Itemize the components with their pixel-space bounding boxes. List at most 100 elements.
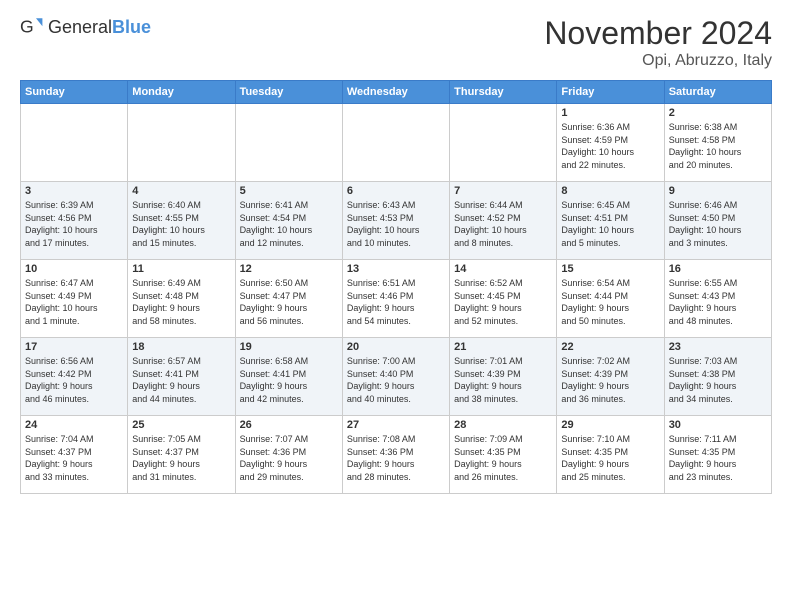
header: G GeneralBlue November 2024 Opi, Abruzzo… — [20, 15, 772, 70]
day-info: Sunrise: 7:00 AM Sunset: 4:40 PM Dayligh… — [347, 355, 445, 405]
calendar-cell: 3 Sunrise: 6:39 AM Sunset: 4:56 PM Daylig… — [21, 182, 128, 260]
day-info: Sunrise: 6:49 AM Sunset: 4:48 PM Dayligh… — [132, 277, 230, 327]
day-info: Sunrise: 6:36 AM Sunset: 4:59 PM Dayligh… — [561, 121, 659, 171]
calendar-cell — [450, 104, 557, 182]
calendar-cell: 5Sunrise: 6:41 AM Sunset: 4:54 PM Daylig… — [235, 182, 342, 260]
day-info: Sunrise: 6:51 AM Sunset: 4:46 PM Dayligh… — [347, 277, 445, 327]
day-number: 26 — [240, 419, 338, 431]
calendar-cell — [21, 104, 128, 182]
calendar-week-3: 10 Sunrise: 6:47 AM Sunset: 4:49 PM Dayli… — [21, 260, 772, 338]
day-number: 14 — [454, 263, 552, 275]
weekday-header-thursday: Thursday — [450, 81, 557, 104]
calendar-cell: 10 Sunrise: 6:47 AM Sunset: 4:49 PM Dayli… — [21, 260, 128, 338]
day-number: 30 — [669, 419, 767, 431]
calendar-week-1: 1Sunrise: 6:36 AM Sunset: 4:59 PM Daylig… — [21, 104, 772, 182]
calendar-week-2: 3 Sunrise: 6:39 AM Sunset: 4:56 PM Daylig… — [21, 182, 772, 260]
calendar-cell: 21Sunrise: 7:01 AM Sunset: 4:39 PM Dayli… — [450, 338, 557, 416]
day-number: 13 — [347, 263, 445, 275]
day-info: Sunrise: 6:56 AM Sunset: 4:42 PM Dayligh… — [25, 355, 123, 405]
day-number: 12 — [240, 263, 338, 275]
day-info: Sunrise: 7:10 AM Sunset: 4:35 PM Dayligh… — [561, 433, 659, 483]
day-info: Sunrise: 6:44 AM Sunset: 4:52 PM Dayligh… — [454, 199, 552, 249]
day-number: 19 — [240, 341, 338, 353]
logo-blue: Blue — [112, 17, 151, 37]
day-number: 11 — [132, 263, 230, 275]
day-info: Sunrise: 6:50 AM Sunset: 4:47 PM Dayligh… — [240, 277, 338, 327]
calendar-cell: 25 Sunrise: 7:05 AM Sunset: 4:37 PM Dayli… — [128, 416, 235, 494]
day-info: Sunrise: 6:57 AM Sunset: 4:41 PM Dayligh… — [132, 355, 230, 405]
calendar-cell: 11 Sunrise: 6:49 AM Sunset: 4:48 PM Dayli… — [128, 260, 235, 338]
day-number: 3 — [25, 185, 123, 197]
calendar-cell: 17Sunrise: 6:56 AM Sunset: 4:42 PM Dayli… — [21, 338, 128, 416]
calendar-cell: 24Sunrise: 7:04 AM Sunset: 4:37 PM Dayli… — [21, 416, 128, 494]
logo-general: General — [48, 17, 112, 37]
day-info: Sunrise: 7:02 AM Sunset: 4:39 PM Dayligh… — [561, 355, 659, 405]
weekday-header-friday: Friday — [557, 81, 664, 104]
day-number: 16 — [669, 263, 767, 275]
calendar-cell: 26Sunrise: 7:07 AM Sunset: 4:36 PM Dayli… — [235, 416, 342, 494]
day-number: 7 — [454, 185, 552, 197]
calendar-cell: 14 Sunrise: 6:52 AM Sunset: 4:45 PM Dayli… — [450, 260, 557, 338]
day-number: 18 — [132, 341, 230, 353]
day-info: Sunrise: 6:43 AM Sunset: 4:53 PM Dayligh… — [347, 199, 445, 249]
day-info: Sunrise: 6:40 AM Sunset: 4:55 PM Dayligh… — [132, 199, 230, 249]
calendar-cell — [128, 104, 235, 182]
day-info: Sunrise: 7:08 AM Sunset: 4:36 PM Dayligh… — [347, 433, 445, 483]
day-number: 22 — [561, 341, 659, 353]
day-number: 10 — [25, 263, 123, 275]
day-info: Sunrise: 6:38 AM Sunset: 4:58 PM Dayligh… — [669, 121, 767, 171]
calendar-cell: 2 Sunrise: 6:38 AM Sunset: 4:58 PM Daylig… — [664, 104, 771, 182]
weekday-header-monday: Monday — [128, 81, 235, 104]
calendar-cell: 9 Sunrise: 6:46 AM Sunset: 4:50 PM Daylig… — [664, 182, 771, 260]
day-number: 23 — [669, 341, 767, 353]
calendar-cell: 1Sunrise: 6:36 AM Sunset: 4:59 PM Daylig… — [557, 104, 664, 182]
day-number: 9 — [669, 185, 767, 197]
calendar-cell: 22 Sunrise: 7:02 AM Sunset: 4:39 PM Dayli… — [557, 338, 664, 416]
logo-text: GeneralBlue — [48, 17, 151, 38]
day-number: 8 — [561, 185, 659, 197]
day-number: 28 — [454, 419, 552, 431]
day-info: Sunrise: 6:39 AM Sunset: 4:56 PM Dayligh… — [25, 199, 123, 249]
calendar-cell: 6 Sunrise: 6:43 AM Sunset: 4:53 PM Daylig… — [342, 182, 449, 260]
calendar-cell: 4 Sunrise: 6:40 AM Sunset: 4:55 PM Daylig… — [128, 182, 235, 260]
calendar-cell: 20 Sunrise: 7:00 AM Sunset: 4:40 PM Dayli… — [342, 338, 449, 416]
weekday-header-sunday: Sunday — [21, 81, 128, 104]
calendar-cell: 13 Sunrise: 6:51 AM Sunset: 4:46 PM Dayli… — [342, 260, 449, 338]
calendar-cell: 18 Sunrise: 6:57 AM Sunset: 4:41 PM Dayli… — [128, 338, 235, 416]
day-number: 5 — [240, 185, 338, 197]
title-area: November 2024 Opi, Abruzzo, Italy — [544, 15, 772, 70]
day-number: 25 — [132, 419, 230, 431]
weekday-header-tuesday: Tuesday — [235, 81, 342, 104]
calendar-cell: 8Sunrise: 6:45 AM Sunset: 4:51 PM Daylig… — [557, 182, 664, 260]
day-info: Sunrise: 6:52 AM Sunset: 4:45 PM Dayligh… — [454, 277, 552, 327]
day-number: 15 — [561, 263, 659, 275]
calendar-cell: 19 Sunrise: 6:58 AM Sunset: 4:41 PM Dayli… — [235, 338, 342, 416]
calendar-cell: 15Sunrise: 6:54 AM Sunset: 4:44 PM Dayli… — [557, 260, 664, 338]
calendar-cell: 7 Sunrise: 6:44 AM Sunset: 4:52 PM Daylig… — [450, 182, 557, 260]
day-number: 27 — [347, 419, 445, 431]
day-info: Sunrise: 6:58 AM Sunset: 4:41 PM Dayligh… — [240, 355, 338, 405]
day-number: 6 — [347, 185, 445, 197]
day-info: Sunrise: 7:11 AM Sunset: 4:35 PM Dayligh… — [669, 433, 767, 483]
calendar-cell: 30 Sunrise: 7:11 AM Sunset: 4:35 PM Dayli… — [664, 416, 771, 494]
day-number: 4 — [132, 185, 230, 197]
calendar-cell: 16 Sunrise: 6:55 AM Sunset: 4:43 PM Dayli… — [664, 260, 771, 338]
day-number: 20 — [347, 341, 445, 353]
day-info: Sunrise: 6:55 AM Sunset: 4:43 PM Dayligh… — [669, 277, 767, 327]
logo-icon: G — [20, 15, 44, 39]
day-info: Sunrise: 7:01 AM Sunset: 4:39 PM Dayligh… — [454, 355, 552, 405]
day-info: Sunrise: 6:47 AM Sunset: 4:49 PM Dayligh… — [25, 277, 123, 327]
calendar-cell — [235, 104, 342, 182]
day-info: Sunrise: 6:46 AM Sunset: 4:50 PM Dayligh… — [669, 199, 767, 249]
day-info: Sunrise: 7:03 AM Sunset: 4:38 PM Dayligh… — [669, 355, 767, 405]
day-info: Sunrise: 7:04 AM Sunset: 4:37 PM Dayligh… — [25, 433, 123, 483]
weekday-header-row: SundayMondayTuesdayWednesdayThursdayFrid… — [21, 81, 772, 104]
month-title: November 2024 — [544, 15, 772, 52]
day-info: Sunrise: 7:05 AM Sunset: 4:37 PM Dayligh… — [132, 433, 230, 483]
day-number: 2 — [669, 107, 767, 119]
weekday-header-saturday: Saturday — [664, 81, 771, 104]
logo: G GeneralBlue — [20, 15, 151, 39]
page-container: G GeneralBlue November 2024 Opi, Abruzzo… — [0, 0, 792, 504]
calendar-week-4: 17Sunrise: 6:56 AM Sunset: 4:42 PM Dayli… — [21, 338, 772, 416]
location: Opi, Abruzzo, Italy — [544, 52, 772, 70]
